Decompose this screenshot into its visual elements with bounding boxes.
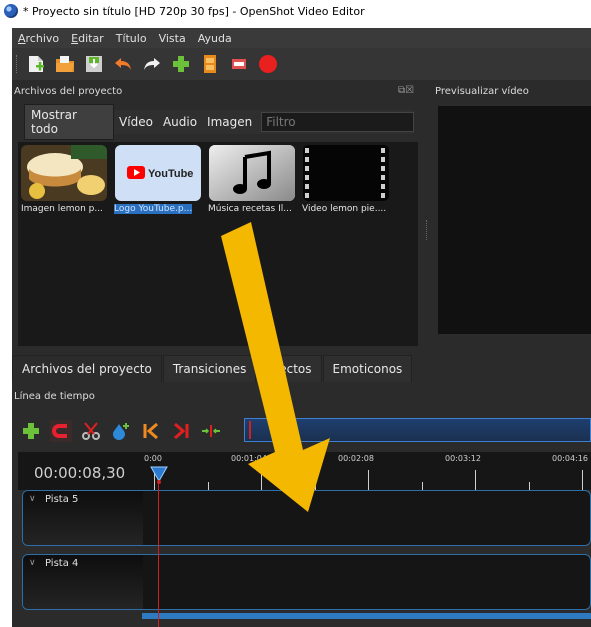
filter-audio-button[interactable]: Audio	[158, 115, 202, 129]
video-preview-area	[438, 106, 591, 334]
preview-title: Previsualizar vídeo	[435, 86, 529, 97]
track-pista-4[interactable]: ∨ Pista 4	[22, 554, 591, 610]
menu-archivo[interactable]: Archivo	[12, 32, 65, 45]
filter-video-button[interactable]: Vídeo	[114, 115, 158, 129]
add-marker-icon[interactable]	[110, 420, 132, 442]
save-icon[interactable]	[83, 53, 105, 75]
tab-transitions[interactable]: Transiciones	[162, 355, 257, 382]
track-pista-5[interactable]: ∨ Pista 5	[22, 490, 591, 546]
razor-scissors-icon[interactable]	[80, 420, 102, 442]
timeline-title: Línea de tiempo	[14, 391, 95, 402]
filter-image-button[interactable]: Imagen	[202, 115, 257, 129]
window-titlebar: * Proyecto sin título [HD 720p 30 fps] -…	[0, 0, 591, 22]
snap-magnet-icon[interactable]	[50, 420, 72, 442]
file-thumb-lemon-video[interactable]	[303, 145, 389, 201]
ruler-tick	[475, 470, 476, 490]
add-track-icon[interactable]	[20, 420, 42, 442]
timeline-zoom-scrollbar[interactable]	[244, 418, 591, 442]
open-folder-icon[interactable]	[54, 53, 76, 75]
tick-label-1: 00:01:04	[231, 454, 267, 463]
tick-label-4: 00:04:16	[552, 454, 588, 463]
openshot-logo-icon	[4, 4, 18, 18]
ruler-tick	[261, 470, 262, 490]
menu-editar[interactable]: Editar	[65, 32, 110, 45]
main-window: Archivos del proyecto ⧉☒ Previsualizar v…	[12, 80, 591, 627]
redo-icon[interactable]	[141, 53, 163, 75]
jump-end-icon[interactable]	[170, 420, 192, 442]
track-header[interactable]: ∨ Pista 4	[23, 555, 143, 609]
tick-label-2: 00:02:08	[338, 454, 374, 463]
file-label-lemon-video[interactable]: Video lemon pie....	[302, 204, 386, 214]
center-playhead-icon[interactable]	[200, 420, 222, 442]
zoom-playhead-marker	[249, 421, 251, 439]
file-label-lemon-image[interactable]: Imagen lemon p...	[21, 204, 103, 214]
ruler-tick	[422, 482, 423, 490]
main-toolbar	[12, 48, 591, 80]
playhead-line[interactable]	[158, 475, 159, 627]
ruler-tick	[529, 482, 530, 490]
jump-start-icon[interactable]	[140, 420, 162, 442]
playhead-handle-icon[interactable]	[150, 464, 168, 484]
ruler-tick	[208, 482, 209, 490]
collapse-chevron-icon[interactable]: ∨	[29, 558, 36, 568]
tab-project-files[interactable]: Archivos del proyecto	[12, 355, 162, 382]
track-name: Pista 5	[45, 494, 79, 505]
menu-titulo[interactable]: Título	[110, 32, 153, 45]
ruler-tick	[315, 482, 316, 490]
film-strip-icon[interactable]	[199, 53, 221, 75]
menu-ayuda[interactable]: Ayuda	[192, 32, 238, 45]
file-label-youtube-logo[interactable]: Logo YouTube.p...	[114, 204, 193, 214]
file-thumb-youtube-logo[interactable]: YouTube	[115, 145, 201, 201]
tick-label-3: 00:03:12	[445, 454, 481, 463]
splitter-handle[interactable]	[426, 220, 429, 240]
new-file-icon[interactable]	[25, 53, 47, 75]
toolbar-grip[interactable]	[16, 55, 19, 73]
current-time-display: 00:00:08,30	[34, 464, 126, 482]
file-thumb-music-audio[interactable]	[209, 145, 295, 201]
ruler-tick	[582, 470, 583, 490]
filter-show-all-button[interactable]: Mostrar todo	[24, 104, 115, 140]
tab-emojis[interactable]: Emoticonos	[322, 355, 413, 382]
track-header[interactable]: ∨ Pista 5	[23, 491, 143, 545]
track-name: Pista 4	[45, 558, 79, 569]
tick-label-0: 0:00	[144, 454, 162, 463]
dock-float-close-icon[interactable]: ⧉☒	[398, 85, 414, 96]
collapse-chevron-icon[interactable]: ∨	[29, 494, 36, 504]
timeline-ruler[interactable]: 00:00:08,30 0:00 00:01:04 00:02:08 00:03…	[18, 452, 591, 490]
files-filter-bar: Mostrar todo Vídeo Audio Imagen Filtro	[24, 104, 414, 140]
undo-icon[interactable]	[112, 53, 134, 75]
record-icon[interactable]	[257, 53, 279, 75]
window-title: * Proyecto sin título [HD 720p 30 fps] -…	[23, 4, 365, 18]
file-thumb-lemon-image[interactable]	[21, 145, 107, 201]
filter-search-input[interactable]: Filtro	[261, 112, 414, 132]
timeline-horizontal-scrollbar[interactable]	[142, 613, 591, 619]
menu-vista[interactable]: Vista	[153, 32, 192, 45]
export-icon[interactable]	[228, 53, 250, 75]
project-files-title: Archivos del proyecto	[14, 86, 123, 97]
project-files-list: YouTube Imagen lemon p... Logo YouTube.p…	[18, 142, 418, 346]
dock-tab-bar: Archivos del proyecto Transiciones Efect…	[12, 355, 432, 382]
ruler-tick	[368, 470, 369, 490]
import-plus-icon[interactable]	[170, 53, 192, 75]
file-label-music-audio[interactable]: Música recetas Il...	[208, 204, 292, 214]
tab-effects[interactable]: Efectos	[257, 355, 322, 382]
menu-bar: Archivo Editar Título Vista Ayuda	[12, 28, 591, 48]
youtube-thumb-text: YouTube	[148, 168, 193, 180]
